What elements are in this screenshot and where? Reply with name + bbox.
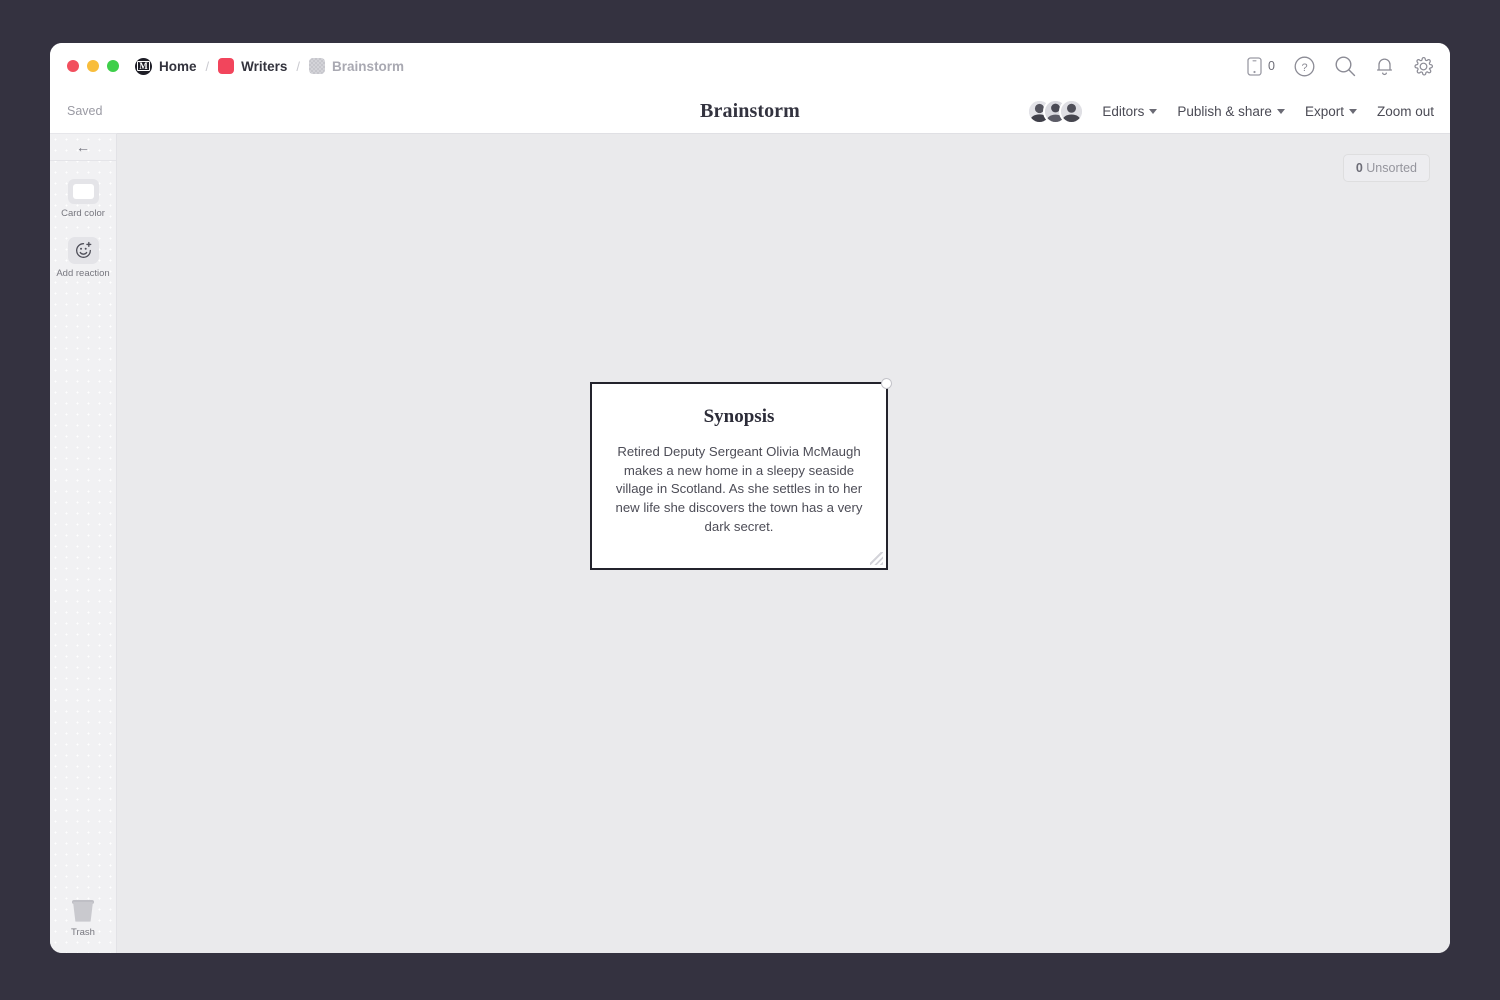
save-status: Saved bbox=[50, 104, 185, 118]
arrow-left-icon: ← bbox=[76, 139, 90, 155]
sidebar-tools: Card color Add reaction bbox=[50, 161, 116, 298]
search-button[interactable] bbox=[1334, 55, 1356, 77]
breadcrumb-label-home: Home bbox=[159, 59, 197, 74]
breadcrumb-separator: / bbox=[296, 59, 300, 74]
help-icon: ? bbox=[1294, 56, 1315, 77]
index-card-synopsis[interactable]: Synopsis Retired Deputy Sergeant Olivia … bbox=[590, 382, 888, 570]
red-swatch-icon bbox=[218, 58, 234, 74]
publish-label: Publish & share bbox=[1177, 104, 1272, 119]
search-icon bbox=[1334, 55, 1356, 77]
app-logo-icon: M bbox=[135, 58, 152, 75]
breadcrumb-separator: / bbox=[206, 59, 210, 74]
export-menu[interactable]: Export bbox=[1305, 104, 1357, 119]
editor-avatars[interactable] bbox=[1027, 99, 1084, 124]
unsorted-count: 0 bbox=[1356, 161, 1363, 175]
color-swatch-icon bbox=[68, 179, 99, 204]
card-resize-handle[interactable] bbox=[870, 552, 883, 565]
breadcrumb-label-writers: Writers bbox=[241, 59, 287, 74]
app-body: ← Card color bbox=[50, 133, 1450, 953]
bell-icon bbox=[1375, 56, 1394, 77]
avatar-photo-icon bbox=[1061, 101, 1082, 122]
mobile-app-button[interactable]: 0 bbox=[1247, 57, 1275, 76]
svg-text:?: ? bbox=[1301, 61, 1307, 73]
gray-pattern-swatch-icon bbox=[309, 58, 325, 74]
breadcrumb-label-brainstorm: Brainstorm bbox=[332, 59, 404, 74]
breadcrumb: M Home / Writers / Brainstorm bbox=[135, 58, 404, 75]
close-window-button[interactable] bbox=[67, 60, 79, 72]
unsorted-label: Unsorted bbox=[1366, 161, 1417, 175]
board-canvas[interactable]: 0 Unsorted Synopsis Retired Deputy Serge… bbox=[117, 133, 1450, 953]
maximize-window-button[interactable] bbox=[107, 60, 119, 72]
chevron-down-icon bbox=[1277, 109, 1285, 114]
help-button[interactable]: ? bbox=[1294, 56, 1315, 77]
mobile-count: 0 bbox=[1268, 59, 1275, 73]
sidebar-item-add-reaction[interactable]: Add reaction bbox=[50, 237, 116, 279]
trash-icon bbox=[70, 897, 96, 923]
title-bar-actions: 0 ? bbox=[1247, 55, 1434, 77]
avatar bbox=[1059, 99, 1084, 124]
smiley-plus-icon bbox=[68, 237, 99, 264]
app-window: M Home / Writers / Brainstorm 0 bbox=[50, 43, 1450, 953]
trash-label: Trash bbox=[71, 927, 95, 938]
breadcrumb-item-brainstorm[interactable]: Brainstorm bbox=[309, 58, 404, 74]
sidebar-back-button[interactable]: ← bbox=[50, 134, 116, 161]
chevron-down-icon bbox=[1349, 109, 1357, 114]
mobile-icon bbox=[1247, 57, 1262, 76]
zoom-out-button[interactable]: Zoom out bbox=[1377, 104, 1434, 119]
window-controls bbox=[67, 60, 119, 72]
editors-label: Editors bbox=[1102, 104, 1144, 119]
zoom-out-label: Zoom out bbox=[1377, 104, 1434, 119]
card-color-label: Card color bbox=[61, 208, 105, 219]
unsorted-badge[interactable]: 0 Unsorted bbox=[1343, 154, 1430, 182]
document-toolbar: Saved Brainstorm bbox=[50, 89, 1450, 133]
settings-button[interactable] bbox=[1413, 56, 1434, 77]
title-bar: M Home / Writers / Brainstorm 0 bbox=[50, 43, 1450, 89]
export-label: Export bbox=[1305, 104, 1344, 119]
notifications-button[interactable] bbox=[1375, 56, 1394, 77]
card-body-text[interactable]: Retired Deputy Sergeant Olivia McMaugh m… bbox=[613, 443, 865, 537]
card-selection-handle[interactable] bbox=[881, 378, 892, 389]
toolbar-actions: Editors Publish & share Export Zoom out bbox=[1027, 99, 1434, 124]
trash-drop-target[interactable]: Trash bbox=[50, 897, 116, 938]
sidebar-item-card-color[interactable]: Card color bbox=[50, 179, 116, 219]
breadcrumb-item-home[interactable]: M Home bbox=[135, 58, 197, 75]
breadcrumb-item-writers[interactable]: Writers bbox=[218, 58, 287, 74]
card-title: Synopsis bbox=[613, 406, 865, 428]
tool-sidebar: ← Card color bbox=[50, 133, 117, 953]
gear-icon bbox=[1413, 56, 1434, 77]
chevron-down-icon bbox=[1149, 109, 1157, 114]
publish-share-menu[interactable]: Publish & share bbox=[1177, 104, 1285, 119]
minimize-window-button[interactable] bbox=[87, 60, 99, 72]
editors-menu[interactable]: Editors bbox=[1102, 104, 1157, 119]
add-reaction-label: Add reaction bbox=[56, 268, 109, 279]
